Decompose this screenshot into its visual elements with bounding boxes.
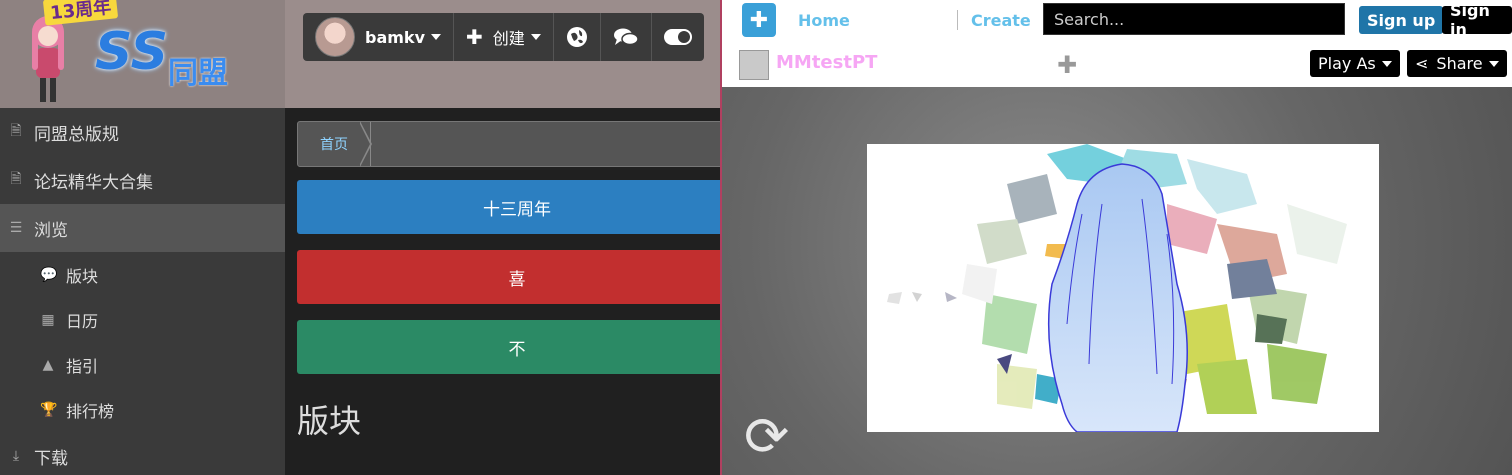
announcement-banner-red[interactable]: 喜: [297, 250, 720, 304]
warning-icon: ▲: [42, 356, 54, 373]
chevron-down-icon: [431, 34, 441, 40]
play-as-dropdown[interactable]: Play As: [1310, 50, 1400, 77]
puzzle-header: ✚ Home Create Sign up Sign in MMtestPT ✚…: [722, 0, 1512, 87]
forum-header: 13周年 SS 同盟 bamkv ✚ 创建: [0, 0, 720, 108]
user-menu-button[interactable]: bamkv: [303, 13, 454, 61]
toggle-icon: [663, 29, 692, 45]
comments-icon: 💬: [40, 266, 58, 283]
globe-icon: [566, 27, 587, 47]
play-as-label: Play As: [1318, 54, 1376, 73]
breadcrumb: 首页: [297, 121, 720, 167]
forum-window: 13周年 SS 同盟 bamkv ✚ 创建 🗎 同盟总版规 🗎 论坛精华大合集 …: [0, 0, 720, 475]
sidebar-item-label: 排行榜: [66, 401, 115, 421]
sidebar-item-calendar[interactable]: ▦ 日历: [0, 297, 285, 342]
avatar: [315, 17, 355, 57]
signup-button[interactable]: Sign up: [1359, 6, 1444, 34]
sidebar-item-label: 同盟总版规: [34, 124, 119, 145]
search-input[interactable]: [1043, 3, 1345, 35]
document-icon: 🗎: [10, 123, 22, 139]
announcement-banner-green[interactable]: 不: [297, 320, 720, 374]
author-avatar[interactable]: [739, 50, 769, 80]
nav-home-link[interactable]: Home: [798, 11, 850, 30]
create-button[interactable]: ✚ 创建: [454, 13, 554, 61]
refresh-icon[interactable]: ⟳: [744, 405, 789, 468]
logo-ss-text: SS: [95, 22, 169, 82]
sidebar-item-browse[interactable]: ☰ 浏览: [0, 204, 285, 252]
language-button[interactable]: [554, 13, 601, 61]
signin-button[interactable]: Sign in: [1442, 1, 1512, 39]
calendar-icon: ▦: [41, 311, 55, 328]
chat-icon: [613, 28, 639, 46]
download-icon: ⤓: [12, 448, 20, 464]
messages-button[interactable]: [601, 13, 652, 61]
sidebar-item-download[interactable]: ⤓ 下载: [0, 432, 285, 475]
puzzle-piece-icon: ✚: [1057, 51, 1078, 79]
puzzle-stage: ⟳: [722, 87, 1512, 475]
username: bamkv: [365, 27, 425, 47]
sidebar-item-label: 浏览: [34, 220, 68, 241]
nav-separator: [957, 10, 958, 30]
share-dropdown[interactable]: ⋖ Share: [1407, 50, 1507, 77]
sidebar-item-label: 版块: [66, 266, 99, 286]
create-label: 创建: [492, 29, 525, 48]
puzzle-canvas[interactable]: [867, 144, 1379, 432]
theme-toggle[interactable]: [652, 13, 704, 61]
sidebar-item-label: 指引: [66, 356, 99, 376]
share-icon: ⋖: [1415, 54, 1429, 73]
document-icon: 🗎: [10, 171, 22, 187]
chevron-down-icon: [1488, 60, 1499, 67]
puzzle-image: [887, 144, 1347, 432]
share-label: Share: [1436, 54, 1483, 73]
breadcrumb-separator-fill: [359, 122, 370, 166]
list-icon: ☰: [9, 220, 23, 236]
section-title: 版块: [297, 402, 362, 440]
plus-icon: ✚: [466, 25, 483, 49]
trophy-icon: 🏆: [40, 401, 58, 418]
sidebar-item-label: 下载: [34, 448, 68, 469]
sidebar-item-label: 日历: [66, 311, 99, 331]
sidebar-item-guide[interactable]: ▲ 指引: [0, 342, 285, 387]
announcement-banner-blue[interactable]: 十三周年: [297, 180, 720, 234]
user-toolbar: bamkv ✚ 创建: [303, 13, 704, 61]
chevron-down-icon: [1381, 60, 1392, 67]
forum-logo[interactable]: 13周年 SS 同盟: [0, 0, 285, 108]
author-name[interactable]: MMtestPT: [776, 52, 877, 73]
sidebar-item-forums[interactable]: 💬 版块: [0, 252, 285, 297]
puzzle-window: ✚ Home Create Sign up Sign in MMtestPT ✚…: [722, 0, 1512, 475]
logo-cn-text: 同盟: [168, 56, 228, 91]
sidebar: 🗎 同盟总版规 🗎 论坛精华大合集 ☰ 浏览 💬 版块 ▦ 日历 ▲ 指引 🏆 …: [0, 108, 285, 475]
sidebar-item-rules[interactable]: 🗎 同盟总版规: [0, 108, 285, 156]
sidebar-item-label: 论坛精华大合集: [34, 172, 153, 193]
chevron-down-icon: [530, 34, 541, 40]
nav-create-link[interactable]: Create: [971, 11, 1031, 30]
sidebar-item-highlights[interactable]: 🗎 论坛精华大合集: [0, 156, 285, 204]
puzzle-logo-icon[interactable]: ✚: [742, 3, 776, 37]
forum-main: 首页 十三周年 喜 不 版块: [285, 108, 720, 475]
sidebar-item-leaderboard[interactable]: 🏆 排行榜: [0, 387, 285, 432]
